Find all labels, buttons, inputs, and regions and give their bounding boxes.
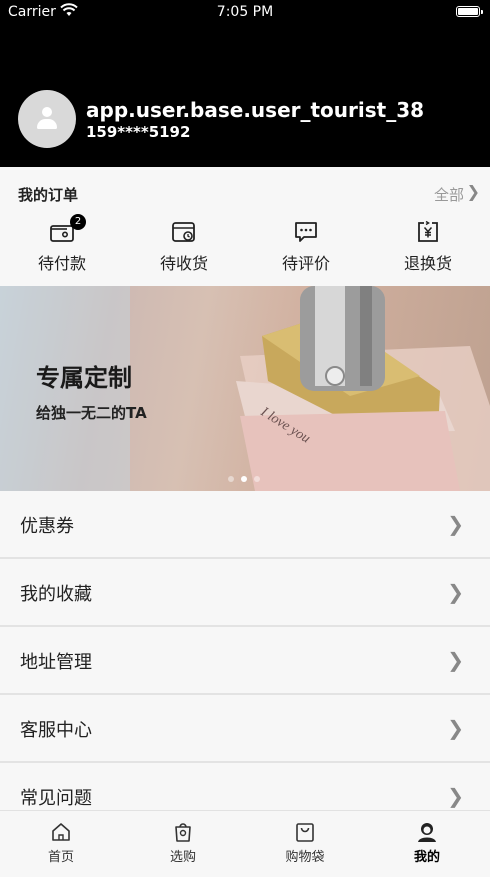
menu-item-customer-service[interactable]: 客服中心 ❯ (0, 695, 490, 763)
bottom-tab-bar: 首页 选购 购物袋 我的 (0, 810, 490, 877)
shopping-bag-icon (172, 821, 194, 843)
order-returns[interactable]: 退换货 (383, 220, 473, 274)
order-badge: 2 (70, 214, 86, 230)
menu-item-label: 我的收藏 (20, 584, 92, 605)
chevron-right-icon: ❯ (447, 512, 464, 536)
avatar-head-shape (42, 107, 52, 117)
carousel-dot-active[interactable] (241, 476, 247, 482)
carousel-dot[interactable] (254, 476, 260, 482)
yen-return-icon (415, 220, 441, 244)
tab-label: 选购 (169, 850, 196, 865)
chevron-right-icon: ❯ (447, 580, 464, 604)
chevron-right-icon: ❯ (447, 784, 464, 808)
orders-title: 我的订单 (18, 186, 79, 204)
promo-banner[interactable]: I love you 专属定制 给独一无二的TA (0, 286, 490, 491)
settings-menu: 优惠券 ❯ 我的收藏 ❯ 地址管理 ❯ 客服中心 ❯ 常见问题 ❯ (0, 491, 490, 831)
menu-item-label: 常见问题 (20, 788, 92, 809)
menu-item-label: 客服中心 (20, 720, 92, 741)
tab-profile[interactable]: 我的 (382, 821, 472, 865)
menu-item-favorites[interactable]: 我的收藏 ❯ (0, 559, 490, 627)
tab-label: 我的 (413, 850, 440, 865)
banner-title: 专属定制 (36, 364, 132, 392)
chevron-right-icon: ❯ (447, 716, 464, 740)
chevron-right-icon[interactable]: ❯ (467, 182, 480, 201)
comment-icon (293, 220, 319, 244)
order-pending-review[interactable]: 待评价 (261, 220, 351, 274)
order-label: 退换货 (403, 254, 452, 273)
menu-item-label: 地址管理 (20, 652, 92, 673)
order-label: 待收货 (159, 254, 208, 273)
chevron-right-icon: ❯ (447, 648, 464, 672)
carousel-dot[interactable] (228, 476, 234, 482)
menu-item-coupons[interactable]: 优惠券 ❯ (0, 491, 490, 559)
tab-label: 首页 (47, 850, 74, 865)
menu-item-addresses[interactable]: 地址管理 ❯ (0, 627, 490, 695)
clock: 7:05 PM (216, 4, 274, 20)
menu-item-label: 优惠券 (20, 516, 74, 537)
status-bar: Carrier 7:05 PM (0, 0, 490, 24)
carousel-indicator (228, 467, 267, 486)
tab-label: 购物袋 (285, 850, 325, 865)
wallet-icon: 2 (49, 214, 86, 244)
avatar-body-shape (37, 119, 57, 129)
tab-home[interactable]: 首页 (16, 821, 106, 865)
phone-number: 159****5192 (86, 123, 191, 141)
cart-bag-icon (294, 821, 316, 843)
home-icon (50, 821, 72, 843)
order-pending-receipt[interactable]: 待收货 (139, 220, 229, 274)
username: app.user.base.user_tourist_38 (86, 98, 425, 122)
banner-subtitle: 给独一无二的TA (36, 404, 147, 422)
order-label: 待评价 (281, 254, 330, 273)
order-pending-payment[interactable]: 2 待付款 (17, 214, 107, 274)
package-clock-icon (171, 220, 197, 244)
avatar[interactable] (18, 90, 76, 148)
orders-section: 我的订单 全部 ❯ 2 待付款 待收货 待评价 退换货 (0, 167, 490, 286)
tab-shop[interactable]: 选购 (138, 821, 228, 865)
tab-cart[interactable]: 购物袋 (260, 821, 350, 865)
battery-icon (456, 6, 483, 17)
user-icon (416, 821, 438, 843)
orders-all-link[interactable]: 全部 (434, 184, 464, 205)
order-label: 待付款 (37, 254, 86, 273)
profile-header: app.user.base.user_tourist_38 159****519… (0, 24, 490, 167)
